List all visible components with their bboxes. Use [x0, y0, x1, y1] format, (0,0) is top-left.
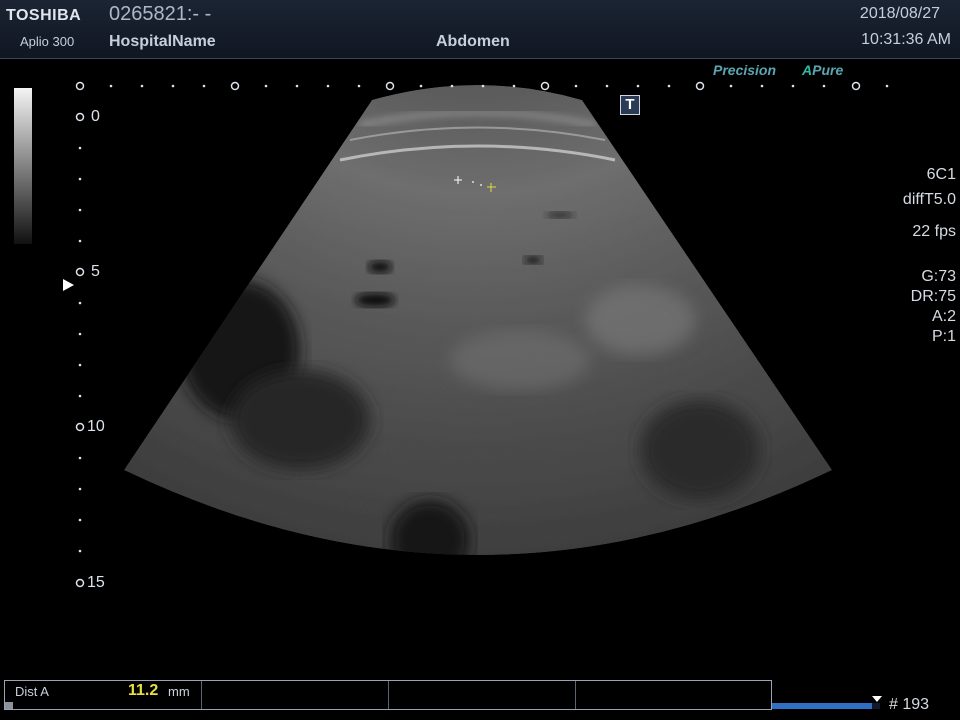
- mode-label: diffT5.0: [902, 191, 956, 208]
- status-square-icon: [5, 702, 13, 709]
- measurement-cell-empty: [202, 681, 389, 709]
- depth-scale: [75, 112, 85, 588]
- measurement-cell-dist[interactable]: Dist A 11.2 mm: [5, 681, 202, 709]
- acoustic-power-value: A:2: [931, 308, 956, 325]
- transducer-label: 6C1: [926, 166, 956, 183]
- cine-progress-fill: [772, 703, 873, 709]
- measurement-unit: mm: [168, 684, 190, 699]
- depth-label-15: 15: [87, 574, 105, 591]
- dynamic-range-value: DR:75: [910, 288, 956, 305]
- depth-label-10: 10: [87, 418, 105, 435]
- frame-rate: 22 fps: [912, 223, 956, 240]
- tgc-button[interactable]: T: [620, 95, 640, 115]
- gain-value: G:73: [921, 268, 956, 285]
- depth-label-0: 0: [91, 108, 100, 125]
- measurement-cell-empty: [389, 681, 576, 709]
- measurement-panel: Dist A 11.2 mm: [4, 680, 772, 710]
- cine-progress-bar[interactable]: [772, 703, 880, 709]
- cine-frame-number: # 193: [889, 696, 930, 713]
- measurement-cell-empty: [576, 681, 771, 709]
- ultrasound-sector: [124, 85, 832, 555]
- measurement-label: Dist A: [15, 684, 49, 699]
- ultrasound-image-area: [75, 81, 889, 588]
- measurement-value: 11.2: [128, 682, 159, 699]
- cine-position-marker-icon[interactable]: [872, 696, 882, 702]
- persistence-value: P:1: [931, 328, 956, 345]
- depth-label-5: 5: [91, 263, 100, 280]
- focus-marker-icon[interactable]: [63, 279, 74, 291]
